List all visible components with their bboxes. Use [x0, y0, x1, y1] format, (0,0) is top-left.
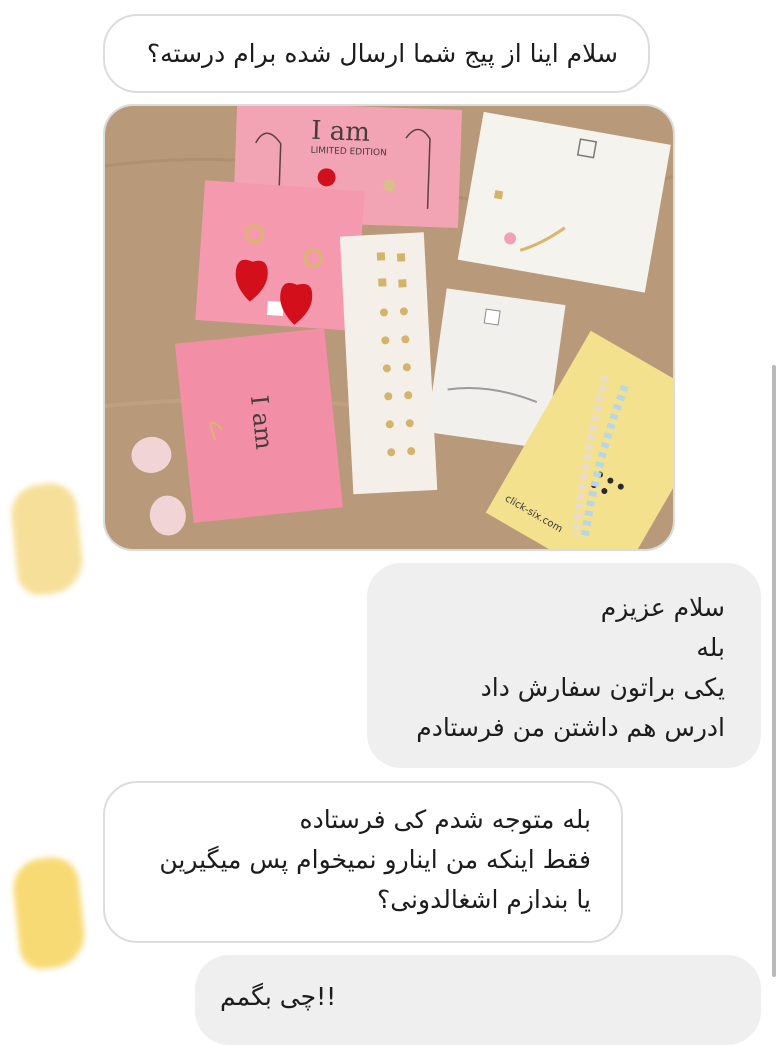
- avatar[interactable]: [8, 480, 86, 598]
- received-message-bubble[interactable]: بله متوجه شدم کی فرستاده فقط اینکه من ای…: [103, 781, 623, 943]
- message-text: یا بندازم اشغالدونی؟: [376, 885, 591, 914]
- message-text: ادرس هم داشتن من فرستادم: [416, 713, 725, 742]
- svg-text:I am: I am: [245, 394, 279, 451]
- message-text: چی بگمم!!: [220, 982, 337, 1011]
- message-text: یکی براتون سفارش داد: [480, 673, 725, 702]
- message-text: بله: [696, 633, 725, 662]
- received-message-bubble[interactable]: سلام اینا از پیج شما ارسال شده برام درست…: [103, 14, 650, 93]
- message-text: بله متوجه شدم کی فرستاده: [299, 805, 591, 834]
- avatar[interactable]: [10, 854, 88, 972]
- card-brand-text: I am: [311, 116, 371, 148]
- sent-message-bubble[interactable]: سلام عزیزم بله یکی براتون سفارش داد ادرس…: [367, 563, 761, 768]
- scrollbar[interactable]: [772, 365, 776, 977]
- earring-card-hearts: [195, 180, 365, 332]
- message-text: سلام اینا از پیج شما ارسال شده برام درست…: [146, 39, 618, 68]
- jewelry-photo: I am LIMITED EDITION I am click-six.com: [105, 106, 673, 549]
- message-text: فقط اینکه من اینارو نمیخوام پس میگیرین: [159, 845, 591, 874]
- sent-message-bubble[interactable]: چی بگمم!!: [195, 955, 761, 1045]
- stud-earring-card: [339, 232, 438, 495]
- received-photo-message[interactable]: I am LIMITED EDITION I am click-six.com: [103, 104, 675, 551]
- message-text: سلام عزیزم: [600, 593, 725, 622]
